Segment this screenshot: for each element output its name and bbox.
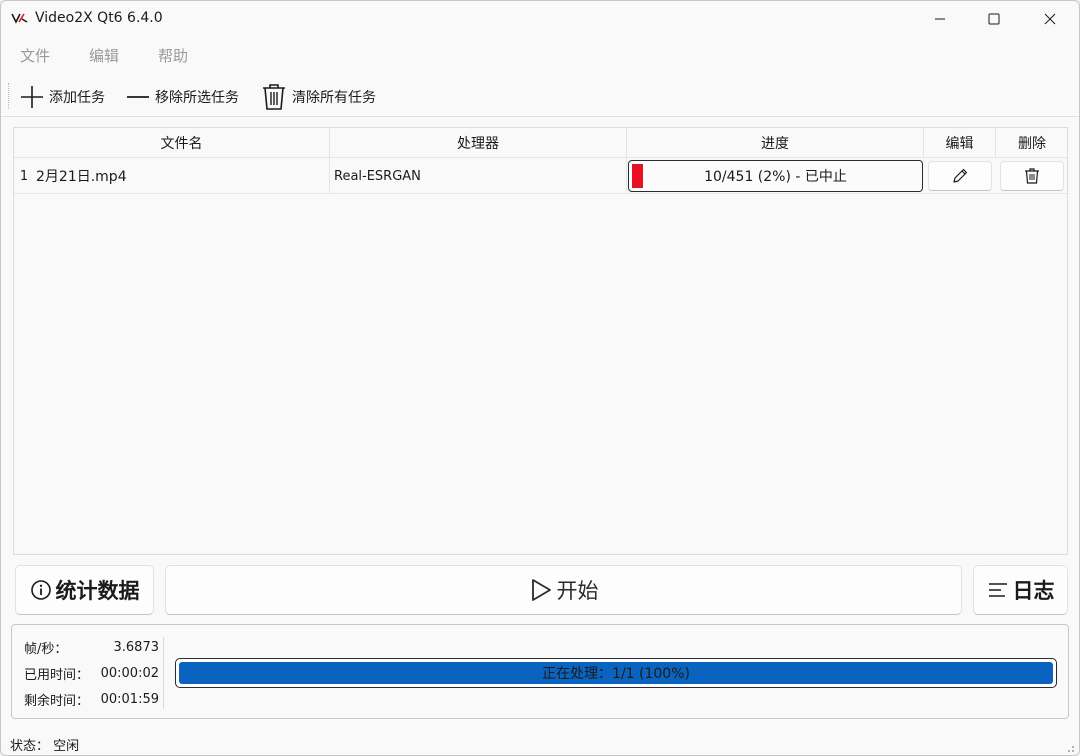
maximize-button[interactable] — [969, 1, 1019, 37]
log-label: 日志 — [1012, 579, 1055, 603]
column-header-processor[interactable]: 处理器 — [330, 128, 627, 158]
app-logo-icon — [11, 11, 29, 25]
menu-file[interactable]: 文件 — [20, 45, 50, 66]
start-button[interactable]: 开始 — [165, 565, 962, 615]
minimize-button[interactable] — [915, 1, 965, 37]
task-progress-bar: 10/451 (2%) - 已中止 — [628, 160, 923, 192]
stats-divider — [163, 637, 164, 709]
task-filename: 2月21日.mp4 — [34, 158, 330, 194]
info-icon — [30, 580, 51, 600]
menu-help[interactable]: 帮助 — [158, 45, 188, 66]
elapsed-stat: 已用时间： 00:00:02 — [24, 661, 159, 685]
start-label: 开始 — [556, 579, 599, 603]
elapsed-value: 00:00:02 — [100, 665, 159, 681]
window-title: Video2X Qt6 6.4.0 — [35, 10, 163, 26]
fps-value: 3.6873 — [113, 639, 160, 655]
task-edit-cell — [927, 158, 993, 194]
column-header-delete[interactable]: 删除 — [996, 128, 1068, 158]
task-delete-cell — [999, 158, 1065, 194]
task-processor: Real-ESRGAN — [330, 158, 627, 194]
overall-progress-text: 正在处理：1/1 (100%) — [542, 666, 690, 682]
title-bar[interactable]: Video2X Qt6 6.4.0 — [1, 1, 1079, 37]
table-row[interactable]: 1 2月21日.mp4 Real-ESRGAN 10/451 (2%) - 已中… — [14, 158, 1067, 194]
remove-selected-label: 移除所选任务 — [155, 90, 239, 106]
minimize-icon — [935, 18, 945, 20]
app-window: Video2X Qt6 6.4.0 文件 编辑 帮助 添加任务 移除所选任务 清… — [0, 0, 1080, 756]
delete-task-button[interactable] — [1000, 161, 1064, 191]
fps-stat: 帧/秒： 3.6873 — [24, 635, 159, 659]
pencil-icon — [953, 168, 968, 183]
plus-icon — [21, 86, 43, 108]
table-header: 文件名 处理器 进度 编辑 删除 — [14, 128, 1067, 158]
remaining-stat: 剩余时间： 00:01:59 — [24, 687, 159, 711]
play-icon — [531, 579, 551, 601]
menu-edit[interactable]: 编辑 — [89, 45, 119, 66]
task-table[interactable]: 文件名 处理器 进度 编辑 删除 1 2月21日.mp4 Real-ESRGAN… — [13, 127, 1068, 555]
fps-label: 帧/秒： — [24, 641, 68, 657]
stats-button[interactable]: 统计数据 — [15, 565, 154, 615]
clear-all-button[interactable]: 清除所有任务 — [260, 81, 376, 113]
row-index: 1 — [19, 168, 29, 184]
add-task-label: 添加任务 — [49, 90, 105, 106]
resize-grip-icon[interactable] — [1063, 741, 1075, 753]
minus-icon — [127, 96, 149, 98]
remaining-label: 剩余时间： — [24, 693, 90, 709]
remove-selected-button[interactable]: 移除所选任务 — [125, 81, 239, 113]
status-bar-text: 状态： 空闲 — [10, 739, 80, 754]
toolbar: 添加任务 移除所选任务 清除所有任务 — [1, 77, 1079, 117]
elapsed-label: 已用时间： — [24, 667, 90, 683]
task-progress-cell: 10/451 (2%) - 已中止 — [627, 158, 924, 194]
trash-icon — [263, 84, 285, 110]
log-button[interactable]: 日志 — [973, 565, 1068, 615]
remaining-value: 00:01:59 — [100, 691, 159, 707]
column-header-filename[interactable]: 文件名 — [34, 128, 330, 158]
overall-progress-bar: 正在处理：1/1 (100%) — [175, 658, 1057, 688]
add-task-button[interactable]: 添加任务 — [19, 81, 105, 113]
column-header-edit[interactable]: 编辑 — [924, 128, 996, 158]
task-progress-text: 10/451 (2%) - 已中止 — [704, 169, 847, 185]
processing-status-panel: 帧/秒： 3.6873 已用时间： 00:00:02 剩余时间： 00:01:5… — [11, 624, 1069, 719]
log-lines-icon — [988, 583, 1007, 597]
close-icon — [1044, 13, 1056, 25]
maximize-icon — [988, 13, 1000, 25]
column-header-progress[interactable]: 进度 — [627, 128, 924, 158]
clear-all-label: 清除所有任务 — [292, 90, 376, 106]
stats-label: 统计数据 — [55, 579, 140, 603]
edit-task-button[interactable] — [928, 161, 992, 191]
close-button[interactable] — [1025, 1, 1075, 37]
menu-bar: 文件 编辑 帮助 — [1, 39, 1079, 71]
trash-icon — [1025, 168, 1039, 184]
task-progress-fill — [632, 164, 643, 188]
toolbar-grip[interactable] — [8, 83, 10, 109]
